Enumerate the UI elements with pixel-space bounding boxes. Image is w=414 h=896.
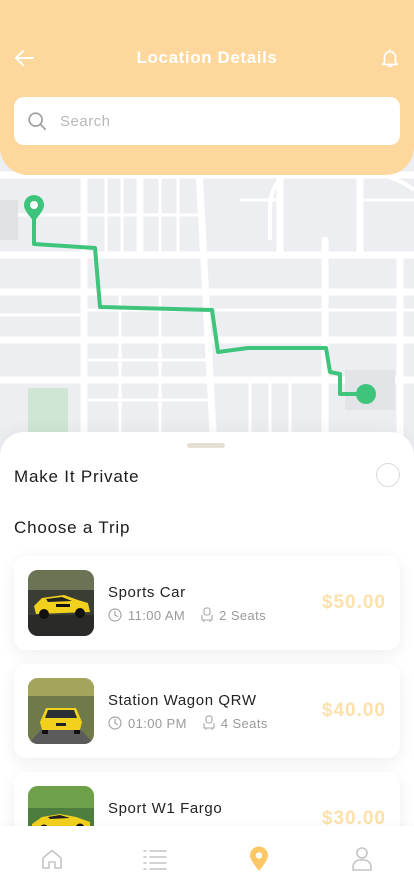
trip-time: 11:00 AM xyxy=(128,607,186,623)
header: Location Details xyxy=(0,0,414,175)
trip-time: 01:00 PM xyxy=(128,715,187,731)
station-wagon-thumbnail xyxy=(28,678,94,744)
make-private-radio[interactable] xyxy=(376,463,400,487)
bell-icon xyxy=(381,48,399,68)
location-icon xyxy=(249,846,268,871)
trip-name: Sport W1 Fargo xyxy=(108,800,223,817)
page-title: Location Details xyxy=(136,48,278,67)
nav-location[interactable] xyxy=(239,839,279,879)
make-private-label: Make It Private xyxy=(14,467,140,486)
profile-icon xyxy=(352,847,373,871)
trip-card[interactable]: Station Wagon QRW 01:00 PM 4 Seats $40.0… xyxy=(14,664,400,758)
search-icon xyxy=(28,112,47,131)
trip-meta: 11:00 AM 2 Seats xyxy=(108,607,266,623)
nav-list[interactable] xyxy=(135,839,175,879)
sheet-drag-handle[interactable] xyxy=(187,443,225,448)
trip-name: Sports Car xyxy=(108,584,186,601)
nav-home[interactable] xyxy=(32,839,72,879)
seat-icon xyxy=(203,715,215,731)
trip-seats: 2 Seats xyxy=(219,607,267,623)
trip-price: $40.00 xyxy=(321,700,386,721)
sports-car-thumbnail xyxy=(28,570,94,636)
seat-icon xyxy=(201,607,213,623)
trip-price: $50.00 xyxy=(321,592,386,613)
home-icon xyxy=(41,849,62,869)
trip-seats: 4 Seats xyxy=(220,715,268,731)
search-bar[interactable] xyxy=(14,97,400,145)
trip-name: Station Wagon QRW xyxy=(108,692,257,709)
destination-marker-icon[interactable] xyxy=(356,384,376,404)
list-icon xyxy=(143,850,168,870)
trip-meta: 01:00 PM 4 Seats xyxy=(108,715,268,731)
bottom-nav xyxy=(0,826,414,896)
nav-profile[interactable] xyxy=(342,839,382,879)
clock-icon xyxy=(108,716,122,730)
search-input[interactable] xyxy=(60,112,380,130)
notifications-button[interactable] xyxy=(376,44,404,72)
choose-trip-heading: Choose a Trip xyxy=(14,518,131,537)
clock-icon xyxy=(108,608,122,622)
trip-card[interactable]: Sports Car 11:00 AM 2 Seats $50.00 xyxy=(14,556,400,650)
